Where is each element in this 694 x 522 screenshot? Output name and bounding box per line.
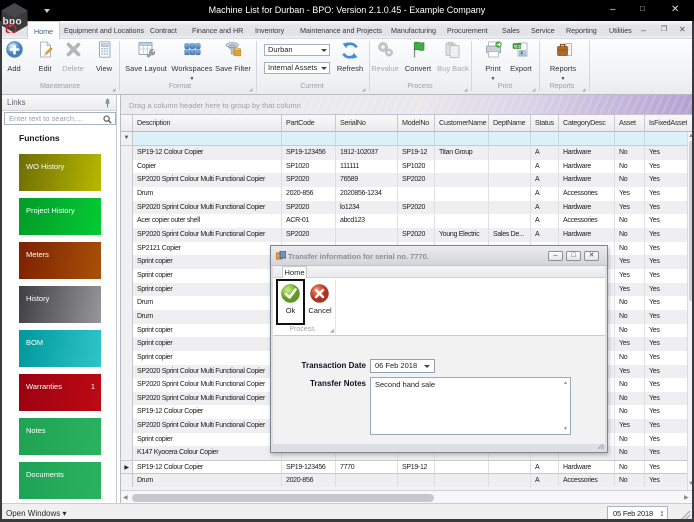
svg-text:XLSX: XLSX — [514, 44, 524, 48]
